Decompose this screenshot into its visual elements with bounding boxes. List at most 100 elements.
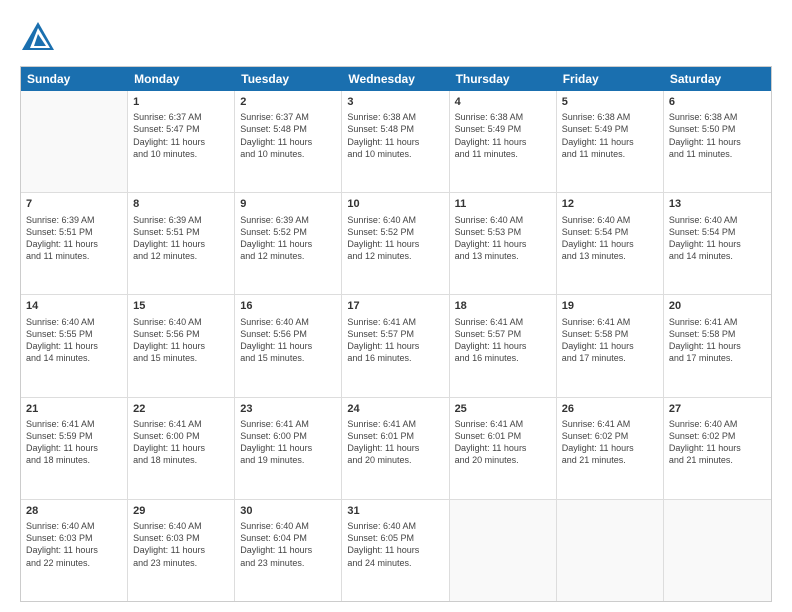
cell-info: Sunrise: 6:39 AM Sunset: 5:52 PM Dayligh… — [240, 214, 336, 263]
calendar-cell: 29Sunrise: 6:40 AM Sunset: 6:03 PM Dayli… — [128, 500, 235, 601]
calendar-row: 28 Sunrise: 6:40 AM Sunset: 6:03 PM Dayli… — [21, 500, 771, 601]
day-number: 3 — [347, 95, 443, 109]
calendar-cell: 22 Sunrise: 6:41 AM Sunset: 6:00 PM Dayli… — [128, 398, 235, 499]
calendar-cell: 1 Sunrise: 6:37 AM Sunset: 5:47 PM Daylig… — [128, 91, 235, 192]
day-number: 14 — [26, 299, 122, 313]
calendar-row: 14 Sunrise: 6:40 AM Sunset: 5:55 PM Dayli… — [21, 295, 771, 397]
cell-info: Sunrise: 6:41 AM Sunset: 6:00 PM Dayligh… — [133, 418, 229, 467]
day-number: 21 — [26, 402, 122, 416]
calendar-cell: 5 Sunrise: 6:38 AM Sunset: 5:49 PM Daylig… — [557, 91, 664, 192]
day-number: 6 — [669, 95, 766, 109]
calendar-header-cell: Thursday — [450, 67, 557, 91]
logo — [20, 20, 60, 56]
cell-info: Sunrise: 6:40 AM Sunset: 6:02 PM Dayligh… — [669, 418, 766, 467]
cell-info: Sunrise: 6:40 AM Sunset: 6:05 PM Dayligh… — [347, 520, 443, 569]
cell-info: Sunrise: 6:40 AM Sunset: 5:52 PM Dayligh… — [347, 214, 443, 263]
calendar-cell: 8 Sunrise: 6:39 AM Sunset: 5:51 PM Daylig… — [128, 193, 235, 294]
day-number: 16 — [240, 299, 336, 313]
cell-info: Sunrise: 6:41 AM Sunset: 6:01 PM Dayligh… — [347, 418, 443, 467]
day-number: 22 — [133, 402, 229, 416]
cell-info: Sunrise: 6:41 AM Sunset: 6:01 PM Dayligh… — [455, 418, 551, 467]
day-number: 19 — [562, 299, 658, 313]
day-number: 20 — [669, 299, 766, 313]
calendar-cell: 23 Sunrise: 6:41 AM Sunset: 6:00 PM Dayli… — [235, 398, 342, 499]
day-number: 28 — [26, 504, 122, 518]
calendar-cell: 26 Sunrise: 6:41 AM Sunset: 6:02 PM Dayli… — [557, 398, 664, 499]
calendar-cell: 4 Sunrise: 6:38 AM Sunset: 5:49 PM Daylig… — [450, 91, 557, 192]
calendar-cell: 30 Sunrise: 6:40 AM Sunset: 6:04 PM Dayli… — [235, 500, 342, 601]
cell-info: Sunrise: 6:41 AM Sunset: 5:57 PM Dayligh… — [347, 316, 443, 365]
cell-info: Sunrise: 6:41 AM Sunset: 5:58 PM Dayligh… — [669, 316, 766, 365]
calendar: SundayMondayTuesdayWednesdayThursdayFrid… — [20, 66, 772, 602]
calendar-cell: 10 Sunrise: 6:40 AM Sunset: 5:52 PM Dayli… — [342, 193, 449, 294]
day-number: 26 — [562, 402, 658, 416]
day-number: 4 — [455, 95, 551, 109]
calendar-cell: 3Sunrise: 6:38 AM Sunset: 5:48 PM Daylig… — [342, 91, 449, 192]
day-number: 27 — [669, 402, 766, 416]
calendar-cell: 21 Sunrise: 6:41 AM Sunset: 5:59 PM Dayli… — [21, 398, 128, 499]
calendar-cell: 7Sunrise: 6:39 AM Sunset: 5:51 PM Daylig… — [21, 193, 128, 294]
page: SundayMondayTuesdayWednesdayThursdayFrid… — [0, 0, 792, 612]
calendar-header-cell: Wednesday — [342, 67, 449, 91]
calendar-header: SundayMondayTuesdayWednesdayThursdayFrid… — [21, 67, 771, 91]
calendar-cell — [21, 91, 128, 192]
logo-icon — [20, 20, 56, 56]
calendar-row: 1 Sunrise: 6:37 AM Sunset: 5:47 PM Daylig… — [21, 91, 771, 193]
cell-info: Sunrise: 6:41 AM Sunset: 5:58 PM Dayligh… — [562, 316, 658, 365]
cell-info: Sunrise: 6:40 AM Sunset: 6:03 PM Dayligh… — [26, 520, 122, 569]
day-number: 1 — [133, 95, 229, 109]
day-number: 10 — [347, 197, 443, 211]
day-number: 23 — [240, 402, 336, 416]
day-number: 5 — [562, 95, 658, 109]
cell-info: Sunrise: 6:37 AM Sunset: 5:48 PM Dayligh… — [240, 111, 336, 160]
calendar-cell: 14 Sunrise: 6:40 AM Sunset: 5:55 PM Dayli… — [21, 295, 128, 396]
calendar-cell: 27 Sunrise: 6:40 AM Sunset: 6:02 PM Dayli… — [664, 398, 771, 499]
calendar-cell: 2 Sunrise: 6:37 AM Sunset: 5:48 PM Daylig… — [235, 91, 342, 192]
day-number: 13 — [669, 197, 766, 211]
day-number: 18 — [455, 299, 551, 313]
day-number: 11 — [455, 197, 551, 211]
calendar-cell — [450, 500, 557, 601]
cell-info: Sunrise: 6:38 AM Sunset: 5:49 PM Dayligh… — [455, 111, 551, 160]
day-number: 30 — [240, 504, 336, 518]
calendar-cell — [557, 500, 664, 601]
cell-info: Sunrise: 6:38 AM Sunset: 5:50 PM Dayligh… — [669, 111, 766, 160]
calendar-cell: 9 Sunrise: 6:39 AM Sunset: 5:52 PM Daylig… — [235, 193, 342, 294]
day-number: 9 — [240, 197, 336, 211]
cell-info: Sunrise: 6:40 AM Sunset: 5:55 PM Dayligh… — [26, 316, 122, 365]
cell-info: Sunrise: 6:41 AM Sunset: 5:59 PM Dayligh… — [26, 418, 122, 467]
cell-info: Sunrise: 6:38 AM Sunset: 5:49 PM Dayligh… — [562, 111, 658, 160]
day-number: 17 — [347, 299, 443, 313]
cell-info: Sunrise: 6:41 AM Sunset: 6:00 PM Dayligh… — [240, 418, 336, 467]
cell-info: Sunrise: 6:37 AM Sunset: 5:47 PM Dayligh… — [133, 111, 229, 160]
calendar-header-cell: Friday — [557, 67, 664, 91]
cell-info: Sunrise: 6:41 AM Sunset: 6:02 PM Dayligh… — [562, 418, 658, 467]
calendar-row: 21 Sunrise: 6:41 AM Sunset: 5:59 PM Dayli… — [21, 398, 771, 500]
calendar-header-cell: Sunday — [21, 67, 128, 91]
day-number: 2 — [240, 95, 336, 109]
calendar-cell: 16 Sunrise: 6:40 AM Sunset: 5:56 PM Dayli… — [235, 295, 342, 396]
cell-info: Sunrise: 6:39 AM Sunset: 5:51 PM Dayligh… — [133, 214, 229, 263]
calendar-cell: 19 Sunrise: 6:41 AM Sunset: 5:58 PM Dayli… — [557, 295, 664, 396]
calendar-header-cell: Monday — [128, 67, 235, 91]
calendar-body: 1 Sunrise: 6:37 AM Sunset: 5:47 PM Daylig… — [21, 91, 771, 601]
calendar-cell — [664, 500, 771, 601]
cell-info: Sunrise: 6:41 AM Sunset: 5:57 PM Dayligh… — [455, 316, 551, 365]
cell-info: Sunrise: 6:40 AM Sunset: 5:54 PM Dayligh… — [562, 214, 658, 263]
calendar-cell: 31 Sunrise: 6:40 AM Sunset: 6:05 PM Dayli… — [342, 500, 449, 601]
cell-info: Sunrise: 6:40 AM Sunset: 5:56 PM Dayligh… — [133, 316, 229, 365]
calendar-cell: 20 Sunrise: 6:41 AM Sunset: 5:58 PM Dayli… — [664, 295, 771, 396]
day-number: 8 — [133, 197, 229, 211]
calendar-cell: 28 Sunrise: 6:40 AM Sunset: 6:03 PM Dayli… — [21, 500, 128, 601]
day-number: 25 — [455, 402, 551, 416]
cell-info: Sunrise: 6:40 AM Sunset: 6:03 PM Dayligh… — [133, 520, 229, 569]
day-number: 7 — [26, 197, 122, 211]
cell-info: Sunrise: 6:40 AM Sunset: 5:56 PM Dayligh… — [240, 316, 336, 365]
cell-info: Sunrise: 6:40 AM Sunset: 6:04 PM Dayligh… — [240, 520, 336, 569]
calendar-cell: 11 Sunrise: 6:40 AM Sunset: 5:53 PM Dayli… — [450, 193, 557, 294]
calendar-cell: 24 Sunrise: 6:41 AM Sunset: 6:01 PM Dayli… — [342, 398, 449, 499]
header — [20, 20, 772, 56]
day-number: 24 — [347, 402, 443, 416]
day-number: 31 — [347, 504, 443, 518]
cell-info: Sunrise: 6:40 AM Sunset: 5:53 PM Dayligh… — [455, 214, 551, 263]
